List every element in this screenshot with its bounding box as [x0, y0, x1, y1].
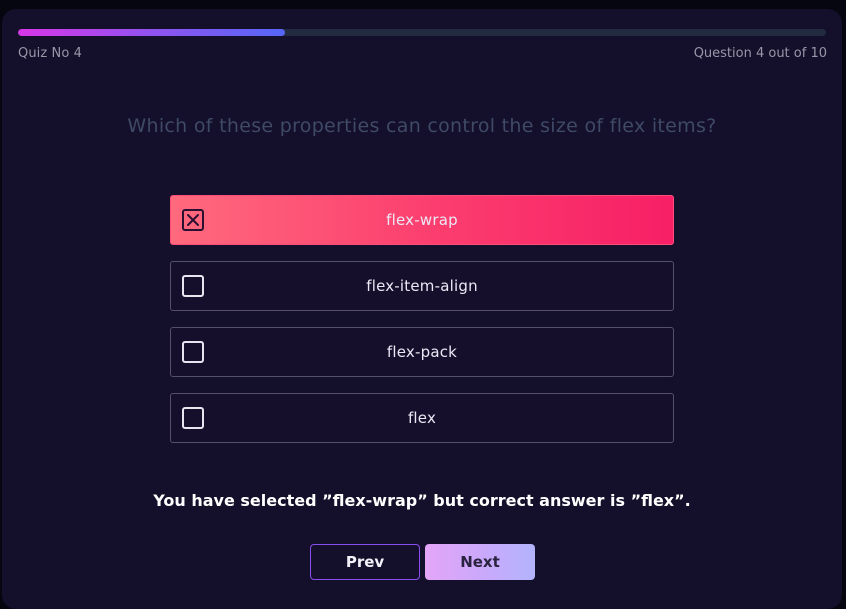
quiz-card: Quiz No 4 Question 4 out of 10 Which of …: [2, 9, 842, 609]
next-button[interactable]: Next: [425, 544, 535, 580]
progress-fill: [18, 29, 285, 36]
quiz-number-label: Quiz No 4: [18, 46, 83, 61]
option-flex[interactable]: flex: [170, 393, 674, 443]
question-text: Which of these properties can control th…: [127, 115, 717, 137]
option-flex-wrap[interactable]: flex-wrap: [170, 195, 674, 245]
option-label: flex-wrap: [386, 211, 458, 229]
answer-options: flex-wrap flex-item-align flex-pack flex: [170, 195, 674, 459]
question-counter: Question 4 out of 10: [693, 46, 827, 61]
progress-bar: [18, 29, 826, 36]
prev-button[interactable]: Prev: [310, 544, 420, 580]
option-label: flex-pack: [386, 343, 458, 361]
answer-feedback: You have selected ”flex-wrap” but correc…: [153, 491, 691, 510]
option-flex-item-align[interactable]: flex-item-align: [170, 261, 674, 311]
option-label: flex-item-align: [366, 277, 478, 295]
option-label: flex: [407, 409, 437, 427]
option-flex-pack[interactable]: flex-pack: [170, 327, 674, 377]
